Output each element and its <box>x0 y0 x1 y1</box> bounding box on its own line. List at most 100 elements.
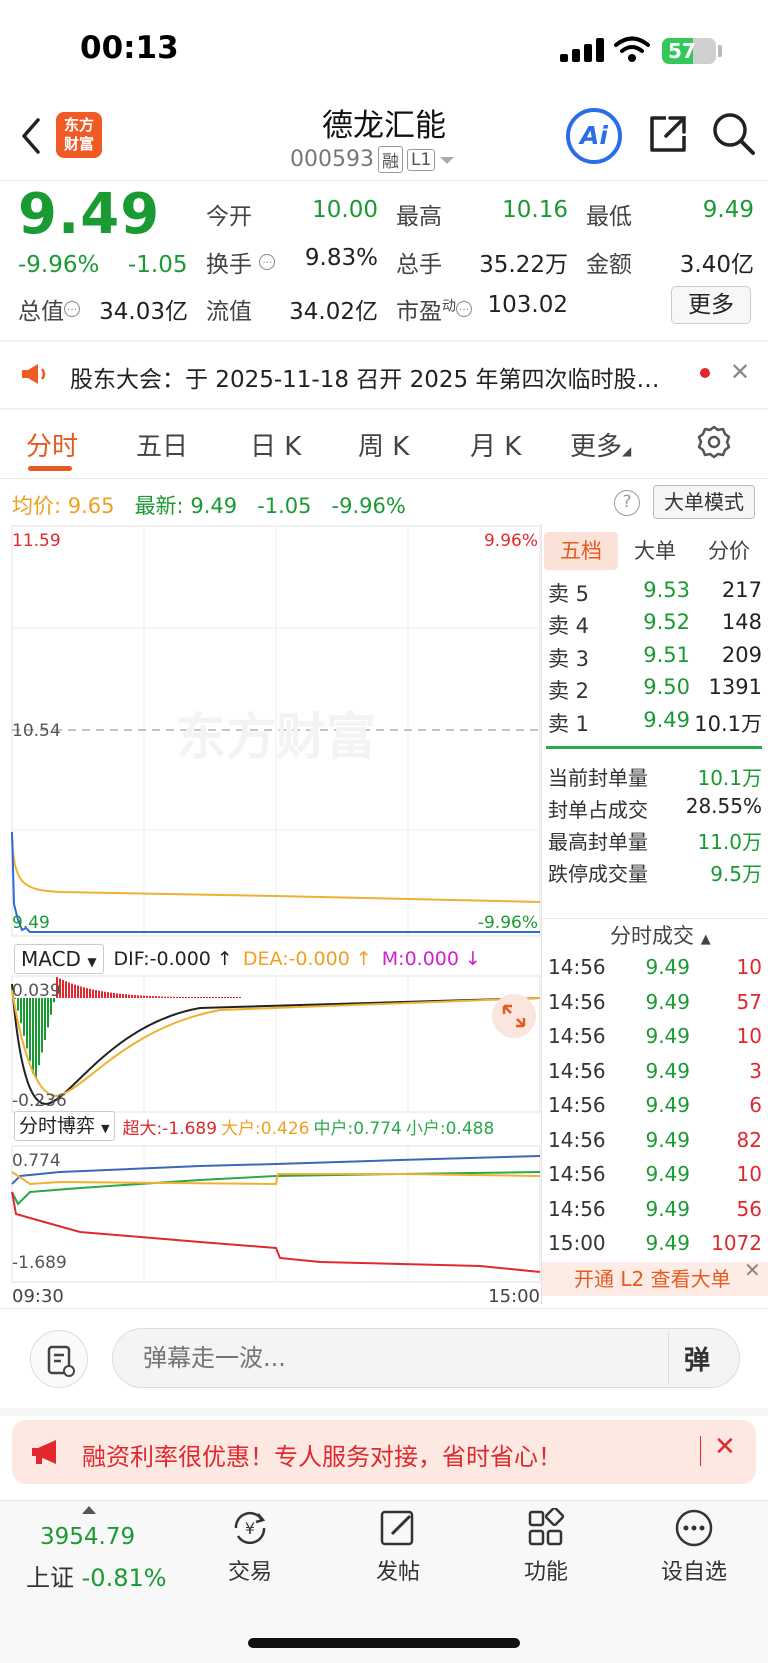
danmu-separator <box>668 1332 669 1384</box>
nav-post[interactable]: 发帖 <box>348 1508 448 1586</box>
active-tab-underline <box>28 466 72 471</box>
macd-bar <box>236 997 238 998</box>
intraday-chart[interactable]: 东方财富 11.59 10.54 9.49 9.96% -9.96% 0.039… <box>0 524 542 1304</box>
indicator-select[interactable]: MACD ▼ <box>14 944 104 974</box>
nav-functions[interactable]: 功能 <box>496 1508 596 1586</box>
bo-header: 分时博弈 ▼ 超大:-1.689 大户:0.426 中户:0.774 小户:0.… <box>14 1110 494 1142</box>
seal-row: 当前封单量 10.1万 <box>548 762 762 791</box>
l2-upgrade-banner[interactable]: 开通 L2 查看大单 <box>542 1262 768 1296</box>
big-order-mode-button[interactable]: 大单模式 <box>653 485 755 519</box>
tab-weekly-k[interactable]: 周 K <box>358 426 409 463</box>
macd-bar <box>230 997 232 998</box>
status-time: 00:13 <box>80 30 179 66</box>
x-label-start: 09:30 <box>12 1286 64 1304</box>
index-value[interactable]: 3954.79 <box>40 1524 135 1550</box>
pe-label[interactable]: 市盈动… <box>396 292 472 326</box>
tab-more[interactable]: 更多◢ <box>570 426 631 463</box>
share-icon[interactable] <box>648 114 688 154</box>
macd-bar <box>155 996 157 998</box>
wifi-icon <box>614 36 650 62</box>
nav-trade[interactable]: ¥ 交易 <box>200 1508 300 1586</box>
macd-bar <box>221 997 223 998</box>
more-quote-button[interactable]: 更多 <box>671 286 751 324</box>
tab-intraday[interactable]: 分时 <box>26 426 78 463</box>
svg-text:¥: ¥ <box>245 1519 255 1538</box>
macd-bar <box>218 997 220 998</box>
tick-row: 14:56 9.49 3 <box>548 1059 762 1093</box>
tab-daily-k[interactable]: 日 K <box>250 426 301 463</box>
unread-dot <box>700 368 710 378</box>
danmu-toggle-button[interactable]: 弹 <box>684 1340 710 1377</box>
ai-assistant-button[interactable]: Ai <box>566 108 622 164</box>
danmu-input[interactable] <box>112 1328 740 1388</box>
header-divider <box>0 180 768 181</box>
macd-bar <box>167 996 169 998</box>
tick-time: 14:56 <box>548 1196 606 1221</box>
help-icon[interactable]: ? <box>614 490 640 516</box>
dif-value: DIF:-0.000 ↑ <box>113 948 233 970</box>
macd-bar <box>107 992 109 998</box>
index-name[interactable]: 上证 -0.81% <box>26 1558 167 1593</box>
turnover-label[interactable]: 换手 … <box>206 245 276 279</box>
tab-five-level[interactable]: 五档 <box>544 532 618 570</box>
ask-row[interactable]: 卖 1 9.49 10.1万 <box>548 708 762 740</box>
stock-code-row[interactable]: 000593 融 L1 <box>290 146 455 173</box>
ask-row[interactable]: 卖 3 9.51 209 <box>548 643 762 675</box>
tab-five-day[interactable]: 五日 <box>136 426 188 463</box>
tick-volume: 10 <box>736 1024 762 1048</box>
promo-separator <box>700 1436 701 1466</box>
ask-row[interactable]: 卖 5 9.53 217 <box>548 578 762 610</box>
nav-watchlist[interactable]: 设自选 <box>644 1508 744 1586</box>
macd-bar <box>110 992 112 998</box>
chart-bottom-divider <box>0 1308 768 1309</box>
mcap-label[interactable]: 总值… <box>18 292 80 326</box>
tick-volume: 56 <box>736 1196 762 1221</box>
tick-price: 9.49 <box>645 1162 690 1186</box>
volume-value: 35.22万 <box>479 252 568 278</box>
tick-price: 9.49 <box>645 1058 690 1083</box>
dea-value: DEA:-0.000 ↑ <box>242 948 372 970</box>
tab-monthly-k[interactable]: 月 K <box>470 426 521 463</box>
tick-time: 14:56 <box>548 989 606 1014</box>
note-button[interactable] <box>30 1330 88 1388</box>
orderbook-divider <box>541 524 542 1304</box>
latest-label: 最新: <box>134 494 184 518</box>
amount-label: 金额 <box>586 252 632 278</box>
seal-row: 最高封单量 11.0万 <box>548 826 762 855</box>
macd-bar <box>215 997 217 998</box>
promo-text[interactable]: 融资利率很优惠！专人服务对接，省时省心！ <box>82 1437 562 1472</box>
ask-price: 9.51 <box>643 642 690 667</box>
index-expand-icon[interactable] <box>82 1506 96 1514</box>
tick-time: 15:00 <box>548 1231 606 1255</box>
ask-label: 卖 4 <box>548 614 590 639</box>
macd-bar <box>170 996 172 998</box>
bo-indicator-select[interactable]: 分时博弈 ▼ <box>14 1111 115 1141</box>
promo-close-icon[interactable]: ✕ <box>714 1432 736 1462</box>
ask-row[interactable]: 卖 4 9.52 148 <box>548 610 762 642</box>
macd-bar <box>239 997 241 998</box>
tick-price: 9.49 <box>645 1196 690 1221</box>
seal-value: 9.5万 <box>710 862 762 886</box>
ask-price: 9.52 <box>643 610 690 635</box>
notice-close-icon[interactable]: ✕ <box>730 358 750 386</box>
gear-icon[interactable] <box>696 424 732 460</box>
macd-bar <box>191 997 193 998</box>
tab-big-order[interactable]: 大单 <box>618 532 692 570</box>
orderbook-tabs: 五档 大单 分价 <box>544 532 766 570</box>
tick-time: 14:56 <box>548 1024 606 1048</box>
ask-row[interactable]: 卖 2 9.50 1391 <box>548 675 762 707</box>
tab-price-dist[interactable]: 分价 <box>692 532 766 570</box>
small-value: 小户:0.488 <box>405 1118 495 1139</box>
latest-percent: -9.96% <box>331 494 406 518</box>
macd-bar <box>71 983 73 998</box>
pe-sup: 动 <box>442 298 456 315</box>
notice-text[interactable]: 股东大会：于 2025-11-18 召开 2025 年第四次临时股东大会 <box>70 360 670 394</box>
mid-value: 中户:0.774 <box>313 1118 402 1139</box>
l2-close-icon[interactable]: ✕ <box>744 1258 761 1282</box>
expand-chart-button[interactable] <box>492 994 536 1038</box>
search-icon[interactable] <box>712 112 756 156</box>
seal-label: 最高封单量 <box>548 830 648 854</box>
tick-volume: 82 <box>736 1127 762 1152</box>
ticks-title[interactable]: 分时成交 ▲ <box>610 920 711 950</box>
y-label-bottom: 9.49 <box>12 913 50 933</box>
